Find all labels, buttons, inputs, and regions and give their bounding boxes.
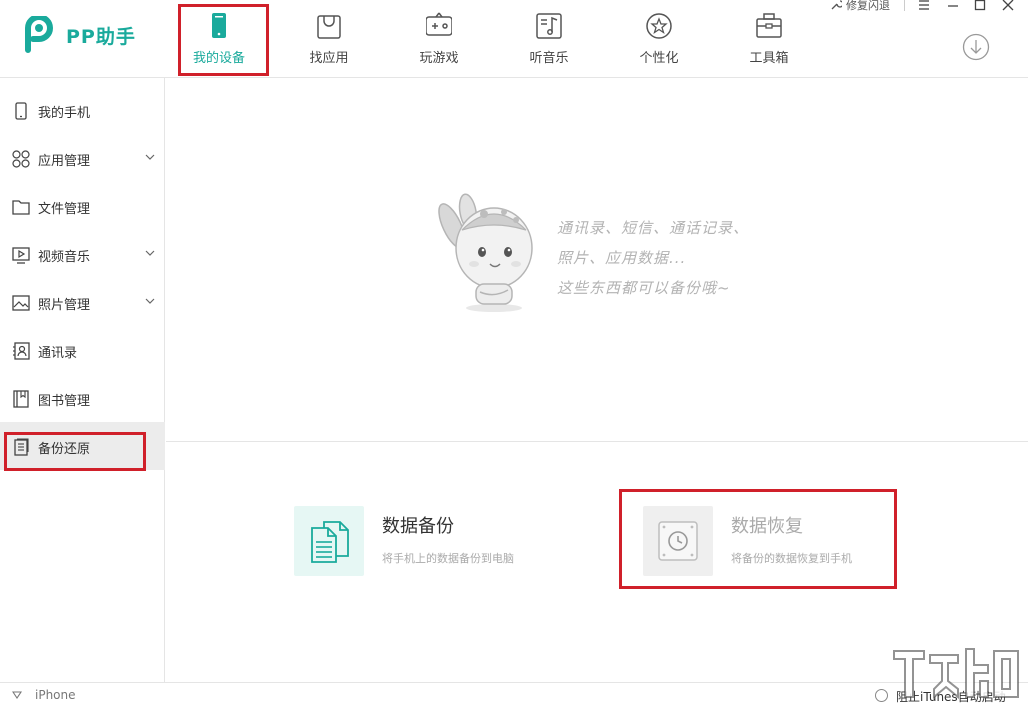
video-icon	[12, 247, 30, 264]
chevron-down-icon	[145, 250, 155, 256]
star-icon	[646, 13, 672, 39]
top-header: PP助手 我的设备 找应用 玩游戏 听音乐 个性化 工具箱 修复闪退	[0, 0, 1028, 78]
restore-clock-icon	[658, 521, 698, 561]
sidebar-item-label: 通讯录	[38, 346, 78, 361]
chevron-down-icon	[145, 154, 155, 160]
photo-icon	[12, 295, 30, 311]
restore-icon-box	[643, 506, 713, 576]
tab-personalize[interactable]: 个性化	[604, 0, 714, 78]
apps-grid-icon	[12, 150, 30, 168]
hint-line-3: 这些东西都可以备份哦~	[557, 279, 731, 297]
restore-description: 将备份的数据恢复到手机	[731, 552, 852, 565]
download-icon[interactable]	[962, 33, 990, 61]
sidebar-item-app-management[interactable]: 应用管理	[0, 134, 165, 182]
sidebar-item-label: 视频音乐	[38, 250, 91, 265]
sidebar-item-file-management[interactable]: 文件管理	[0, 182, 165, 230]
sidebar-item-my-phone[interactable]: 我的手机	[0, 86, 165, 134]
sidebar-item-contacts[interactable]: 通讯录	[0, 326, 165, 374]
tab-label: 找应用	[309, 51, 349, 66]
menu-icon[interactable]	[916, 0, 932, 12]
tab-label: 我的设备	[192, 51, 245, 66]
app-logo: PP助手	[22, 16, 136, 54]
maximize-icon[interactable]	[972, 0, 988, 12]
control-separator	[904, 0, 905, 11]
toolbox-icon	[756, 13, 782, 38]
status-bar: iPhone 阻止iTunes自动启动	[0, 682, 1028, 707]
hint-line-2: 照片、应用数据...	[557, 249, 687, 267]
data-restore-card[interactable]: 数据恢复 将备份的数据恢复到手机	[643, 506, 883, 576]
repair-crash-button[interactable]: 修复闪退	[830, 0, 910, 13]
block-itunes-radio[interactable]	[875, 689, 888, 702]
tab-find-apps[interactable]: 找应用	[274, 0, 384, 78]
phone-icon	[212, 13, 226, 38]
tab-label: 玩游戏	[419, 51, 459, 66]
sidebar: 我的手机 应用管理 文件管理 视频音乐 照片管理 通讯录 图书管理 备份还原	[0, 78, 165, 682]
backup-icon-box	[294, 506, 364, 576]
sidebar-item-label: 照片管理	[38, 298, 91, 313]
chevron-down-icon	[145, 298, 155, 304]
sidebar-item-label: 文件管理	[38, 202, 91, 217]
music-note-icon	[536, 13, 562, 39]
tab-toolbox[interactable]: 工具箱	[714, 0, 824, 78]
book-icon	[13, 390, 29, 408]
shopping-bag-icon	[317, 15, 341, 39]
tab-label: 个性化	[639, 51, 679, 66]
tab-play-games[interactable]: 玩游戏	[384, 0, 494, 78]
wrench-icon	[831, 0, 842, 10]
backup-documents-icon	[311, 521, 349, 563]
contacts-icon	[13, 342, 30, 360]
watermark-logo-icon	[893, 648, 1019, 700]
minimize-icon[interactable]	[945, 0, 961, 12]
mascot-illustration-icon	[438, 193, 533, 312]
tab-label: 工具箱	[749, 51, 789, 66]
data-backup-card[interactable]: 数据备份 将手机上的数据备份到电脑	[294, 506, 554, 576]
device-dropdown-icon[interactable]	[12, 691, 22, 699]
backup-doc-icon	[14, 438, 29, 456]
section-divider	[166, 441, 1028, 442]
device-name[interactable]: iPhone	[35, 688, 76, 702]
phone-outline-icon	[15, 102, 27, 120]
sidebar-item-label: 图书管理	[38, 394, 91, 409]
tab-my-device[interactable]: 我的设备	[164, 0, 274, 78]
app-name: PP助手	[66, 25, 136, 48]
restore-title: 数据恢复	[731, 516, 803, 537]
sidebar-item-photo-management[interactable]: 照片管理	[0, 278, 165, 326]
sidebar-item-label: 应用管理	[38, 154, 91, 169]
close-icon[interactable]	[1000, 0, 1016, 12]
tab-label: 听音乐	[529, 51, 569, 66]
backup-title: 数据备份	[382, 516, 454, 537]
sidebar-item-label: 我的手机	[38, 106, 91, 121]
sidebar-item-video-music[interactable]: 视频音乐	[0, 230, 165, 278]
sidebar-item-label: 备份还原	[38, 442, 91, 457]
sidebar-item-backup-restore[interactable]: 备份还原	[0, 422, 165, 470]
folder-icon	[12, 200, 30, 215]
pp-logo-icon	[25, 16, 53, 53]
backup-description: 将手机上的数据备份到电脑	[382, 552, 514, 565]
gamepad-icon	[426, 12, 452, 36]
sidebar-item-book-management[interactable]: 图书管理	[0, 374, 165, 422]
hint-line-1: 通讯录、短信、通话记录、	[557, 219, 750, 237]
tab-music[interactable]: 听音乐	[494, 0, 604, 78]
repair-label: 修复闪退	[846, 0, 890, 12]
